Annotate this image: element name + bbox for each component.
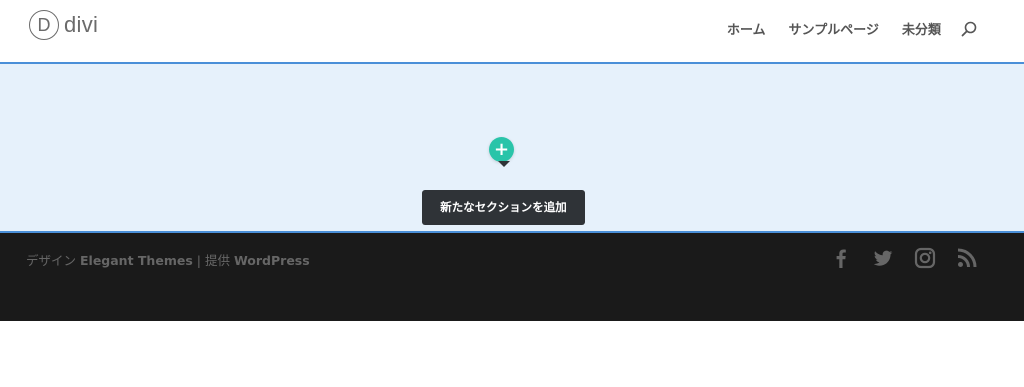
facebook-icon[interactable] [830, 247, 852, 269]
nav-item-sample-page[interactable]: サンプルページ [789, 19, 879, 38]
main-nav: ホーム サンプルページ 未分類 [727, 19, 977, 38]
twitter-icon[interactable] [872, 247, 894, 269]
rss-icon[interactable] [956, 247, 978, 269]
credit-separator: | [196, 253, 201, 268]
social-links [830, 247, 978, 269]
search-icon[interactable] [961, 21, 977, 37]
nav-item-home[interactable]: ホーム [727, 19, 766, 38]
site-logo[interactable]: D divi [29, 10, 98, 40]
logo-mark: D [29, 10, 59, 40]
tooltip-arrow [498, 161, 510, 167]
page-bottom-blank [0, 321, 1024, 387]
add-section-tooltip: 新たなセクションを追加 [422, 190, 585, 225]
credit-provided: 提供 [204, 253, 230, 268]
nav-item-uncategorized[interactable]: 未分類 [902, 19, 941, 38]
credit-theme-link[interactable]: Elegant Themes [80, 253, 193, 268]
site-header: D divi ホーム サンプルページ 未分類 [0, 0, 1024, 62]
instagram-icon[interactable] [914, 247, 936, 269]
add-section-button[interactable]: + [489, 137, 514, 162]
site-footer: デザイン Elegant Themes | 提供 WordPress [0, 233, 1024, 321]
credit-prefix: デザイン [26, 253, 77, 268]
logo-text: divi [64, 12, 99, 37]
empty-section-area[interactable]: + 新たなセクションを追加 [0, 62, 1024, 233]
footer-credits: デザイン Elegant Themes | 提供 WordPress [26, 250, 310, 269]
credit-platform-link[interactable]: WordPress [234, 253, 310, 268]
